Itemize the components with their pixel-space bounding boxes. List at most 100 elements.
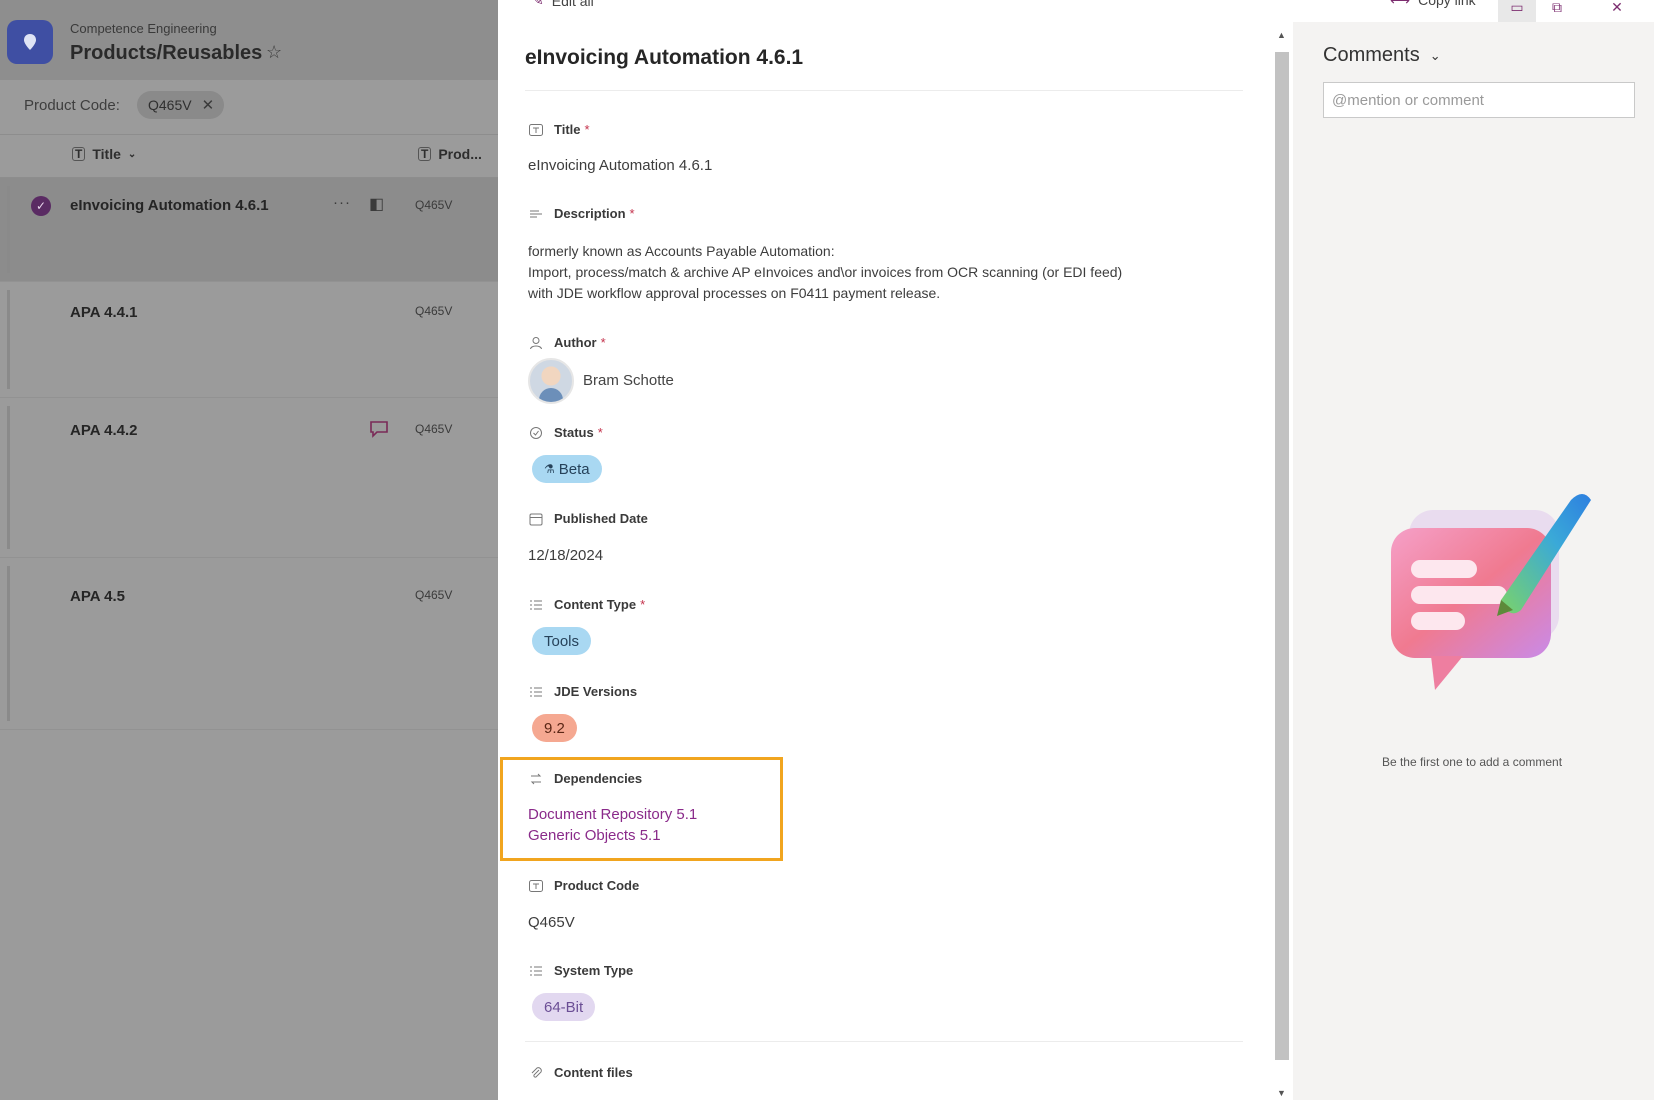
status-value: Beta [558,460,590,478]
row-indicator [7,406,10,549]
required-marker: * [584,122,590,137]
item-detail-panel: ✎ Edit all ⟷ Copy link ▭ ⧉ ✕ eInvoicing … [498,0,1654,1100]
panel-toolbar: ✎ Edit all ⟷ Copy link ▭ ⧉ ✕ [498,0,1654,22]
row-code: Q465V [415,422,453,436]
status-label-text: Status [554,425,594,440]
scroll-up-icon[interactable]: ▲ [1277,30,1286,40]
dependency-link[interactable]: Document Repository 5.1 [528,806,697,823]
row-code: Q465V [415,304,453,318]
column-title-label: Title [92,146,121,162]
selected-check-icon[interactable]: ✓ [31,196,51,216]
text-field-icon: T [72,147,86,161]
app-icon[interactable] [7,20,53,64]
flask-icon: ⚗ [544,462,555,476]
content-files-label-text: Content files [554,1065,633,1080]
description-line: Import, process/match & archive AP eInvo… [528,264,1123,280]
chevron-down-icon: ⌄ [127,148,137,160]
published-date-field-label: Published Date [528,511,648,526]
filter-chip[interactable]: Q465V ✕ [137,91,225,119]
content-files-field-label: Content files [528,1065,633,1080]
item-form: eInvoicing Automation 4.6.1 Title * eInvo… [498,22,1271,1100]
content-type-badge[interactable]: Tools [532,627,592,655]
row-title[interactable]: APA 4.4.2 [70,422,138,439]
edit-all-label: Edit all [551,0,594,9]
close-panel-button[interactable]: ✕ [1598,0,1636,22]
details-icon[interactable]: ◧ [369,194,384,214]
description-field-label: Description * [528,206,635,221]
edit-all-button[interactable]: ✎ Edit all [532,0,594,9]
row-title[interactable]: APA 4.5 [70,588,125,605]
product-code-label-text: Product Code [554,878,640,893]
comments-toggle-button[interactable]: ▭ [1498,0,1536,22]
scroll-down-icon[interactable]: ▼ [1277,1088,1286,1098]
status-icon [528,426,544,440]
row-indicator [7,290,10,389]
dependencies-label-text: Dependencies [554,771,643,786]
required-marker: * [640,597,646,612]
row-title[interactable]: APA 4.4.1 [70,304,138,321]
status-field-label: Status * [528,425,603,440]
published-date-value[interactable]: 12/18/2024 [528,547,603,564]
remove-filter-icon[interactable]: ✕ [202,96,215,114]
comment-icon: ▭ [1510,0,1524,15]
comment-icon[interactable] [369,420,389,443]
list-row[interactable]: APA 4.4.1 Q465V [0,282,498,398]
description-line: with JDE workflow approval processes on … [528,285,941,301]
row-code: Q465V [415,198,453,212]
system-type-badge[interactable]: 64-Bit [532,993,596,1021]
title-field-label: Title * [528,122,590,137]
calendar-icon [528,512,544,526]
form-scrollbar[interactable]: ▲ ▼ [1271,22,1293,1100]
comment-illustration [1371,480,1591,705]
title-field-value[interactable]: eInvoicing Automation 4.6.1 [528,157,712,174]
app-subtitle: Competence Engineering [70,21,217,36]
product-code-field-label: Product Code [528,878,639,893]
close-icon: ✕ [1611,0,1623,15]
status-badge[interactable]: ⚗ Beta [532,455,602,483]
author-name[interactable]: Bram Schotte [583,372,674,389]
open-icon: ⧉ [1552,0,1562,15]
dependency-link[interactable]: Generic Objects 5.1 [528,827,661,844]
row-title[interactable]: eInvoicing Automation 4.6.1 [70,197,269,214]
list-row[interactable]: APA 4.5 Q465V [0,558,498,730]
choice-list-icon [528,598,544,612]
jde-version-badge[interactable]: 9.2 [532,714,577,742]
comment-input[interactable] [1323,82,1635,118]
comments-pane: Comments ⌄ @mention or comment Be the fi… [1293,22,1654,1100]
copy-link-button[interactable]: ⟷ Copy link [1390,0,1476,9]
multiline-text-icon [528,207,544,221]
more-options-icon[interactable]: ··· [333,194,351,211]
lookup-icon [528,772,544,786]
scroll-thumb[interactable] [1275,52,1289,1060]
published-label-text: Published Date [554,511,648,526]
open-in-new-button[interactable]: ⧉ [1538,0,1576,22]
row-code: Q465V [415,588,453,602]
list-view-background: Competence Engineering Products/Reusable… [0,0,498,1100]
choice-list-icon [528,685,544,699]
list-row[interactable]: APA 4.4.2 Q465V [0,398,498,558]
divider [525,90,1243,91]
empty-comments-text: Be the first one to add a comment [1381,755,1563,769]
pencil-icon: ✎ [532,0,544,8]
jde-versions-field-label: JDE Versions [528,684,637,699]
choice-list-icon [528,964,544,978]
comments-title: Comments [1323,44,1420,66]
row-indicator [7,186,10,273]
person-icon [528,336,544,350]
comments-header[interactable]: Comments ⌄ [1323,44,1441,67]
description-field-value[interactable]: formerly known as Accounts Payable Autom… [528,241,1228,304]
text-field-icon [528,879,544,893]
favorite-star-icon[interactable]: ☆ [266,42,282,63]
chevron-down-icon: ⌄ [1429,47,1441,63]
text-field-icon [528,123,544,137]
copy-link-label: Copy link [1418,0,1476,8]
app-header [0,0,498,80]
column-header-product[interactable]: T Prod... [418,146,482,162]
description-line: formerly known as Accounts Payable Autom… [528,243,835,259]
list-row[interactable]: ✓ eInvoicing Automation 4.6.1 ··· ◧ Q465… [0,178,498,282]
product-code-value[interactable]: Q465V [528,914,575,931]
avatar[interactable] [528,358,574,404]
column-header-title[interactable]: T Title ⌄ [72,146,136,162]
divider [525,1041,1243,1042]
system-type-label-text: System Type [554,963,634,978]
